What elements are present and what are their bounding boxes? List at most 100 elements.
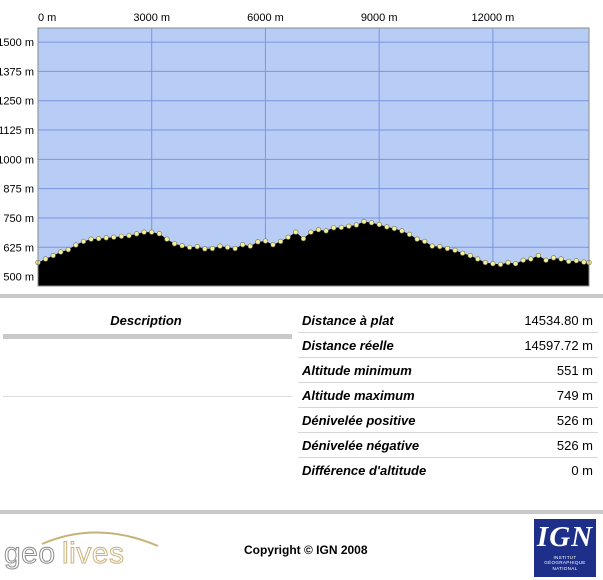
track-point [209, 245, 215, 252]
track-point [512, 261, 519, 267]
track-point [134, 231, 140, 237]
track-point [255, 239, 261, 245]
x-tick-label: 0 m [38, 12, 56, 24]
stat-label: Altitude minimum [302, 362, 412, 378]
stat-row-min-altitude: Altitude minimum 551 m [298, 358, 598, 383]
description-header-bar [3, 334, 292, 339]
track-point [187, 244, 193, 250]
y-tick-label: 1250 m [0, 96, 34, 108]
track-point [452, 247, 458, 253]
track-point [88, 236, 94, 242]
track-point [156, 231, 162, 237]
track-point [482, 259, 488, 266]
track-point [126, 233, 132, 239]
track-point [149, 229, 155, 235]
track-point [406, 231, 413, 237]
track-point [270, 242, 276, 248]
track-point [520, 257, 526, 263]
track-point [247, 243, 253, 249]
track-point [550, 255, 557, 261]
y-tick-label: 500 m [3, 272, 34, 284]
track-point [73, 242, 79, 248]
track-point [103, 235, 109, 241]
x-axis-labels: 0 m 3000 m 6000 m 9000 m 12000 m [38, 12, 514, 24]
stat-label: Différence d'altitude [302, 462, 427, 478]
geolives-logo: geo lives [4, 531, 159, 571]
stat-value: 14597.72 m [524, 337, 593, 353]
track-point [96, 236, 102, 242]
track-point [535, 252, 542, 259]
stats-table: Distance à plat 14534.80 m Distance réel… [298, 308, 598, 482]
track-point [323, 228, 329, 234]
description-divider [3, 396, 292, 397]
track-point [308, 229, 314, 235]
track-point [444, 245, 451, 252]
stat-label: Distance à plat [302, 312, 394, 328]
track-point [429, 243, 435, 249]
footer-divider [0, 510, 603, 514]
track-point [315, 227, 322, 233]
stat-value: 526 m [556, 437, 593, 453]
track-point [278, 238, 284, 244]
stat-label: Distance réelle [302, 337, 394, 353]
track-point [497, 261, 504, 268]
stat-row-flat-distance: Distance à plat 14534.80 m [298, 308, 598, 333]
track-point [111, 234, 117, 240]
stat-value: 526 m [556, 412, 593, 428]
y-tick-label: 625 m [3, 242, 34, 254]
stat-value: 749 m [556, 387, 593, 403]
track-point [376, 221, 382, 228]
y-tick-label: 750 m [3, 213, 34, 225]
track-point [581, 259, 587, 265]
track-point [384, 224, 390, 230]
track-point [391, 225, 397, 232]
track-point [346, 223, 352, 229]
track-point [528, 256, 534, 262]
track-point [293, 229, 299, 235]
track-point [194, 244, 200, 250]
stat-value: 551 m [556, 362, 593, 378]
geolives-wordmark: geo [4, 537, 56, 570]
ign-subtitle-line: NATIONAL [552, 565, 578, 571]
stat-value: 14534.80 m [524, 312, 593, 328]
track-point [141, 229, 147, 235]
track-point [369, 220, 375, 226]
track-point [566, 258, 572, 265]
y-tick-label: 875 m [3, 184, 34, 196]
track-point [164, 236, 170, 242]
x-tick-label: 12000 m [471, 12, 514, 24]
track-point [58, 249, 64, 255]
x-tick-label: 9000 m [361, 12, 398, 24]
y-tick-label: 1125 m [0, 125, 34, 137]
track-point [414, 236, 420, 242]
y-tick-label: 1500 m [0, 37, 34, 49]
track-point [285, 234, 291, 240]
x-tick-label: 3000 m [133, 12, 170, 24]
track-point [118, 233, 124, 239]
track-point [42, 256, 49, 262]
y-tick-label: 1375 m [0, 66, 34, 78]
track-point [224, 244, 231, 250]
track-point [240, 242, 246, 248]
description-heading: Description [110, 313, 182, 328]
track-point [50, 252, 56, 259]
ign-logo-text: IGN [536, 521, 594, 553]
track-point [558, 256, 564, 262]
track-point [338, 224, 344, 230]
stat-row-altitude-difference: Différence d'altitude 0 m [298, 458, 598, 482]
section-divider [0, 294, 603, 298]
track-point [217, 243, 223, 249]
y-axis-labels: 500 m 625 m 750 m 875 m 1000 m 1125 m 1250 m 13… [0, 37, 34, 284]
ign-logo: IGN INSTITUT GÉOGRAPHIQUE NATIONAL [534, 519, 596, 577]
stat-value: 0 m [571, 462, 593, 478]
geolives-wordmark-tail: lives [62, 537, 125, 570]
stat-label: Dénivelée positive [302, 412, 416, 428]
track-point [232, 245, 238, 252]
track-point [300, 236, 307, 242]
track-point [399, 228, 405, 234]
track-point [475, 256, 481, 262]
track-point [353, 222, 360, 228]
track-point [262, 238, 269, 244]
stat-row-negative-gain: Dénivelée négative 526 m [298, 433, 598, 458]
elevation-profile-chart: 0 m 3000 m 6000 m 9000 m 12000 m 500 m 625 m 7… [0, 12, 592, 287]
